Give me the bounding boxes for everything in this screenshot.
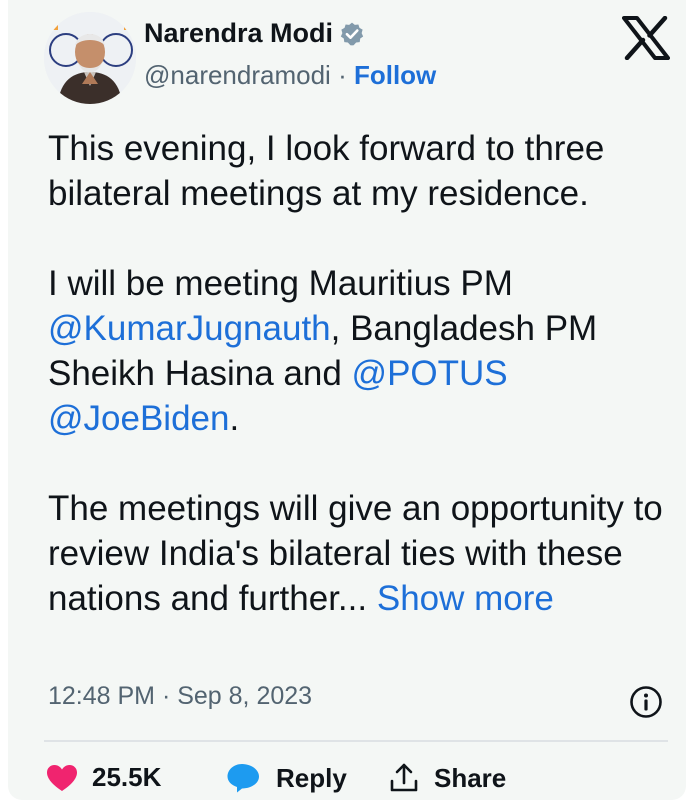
avatar-image [44, 12, 136, 104]
separator-dot: · [338, 60, 347, 90]
x-logo-icon[interactable] [622, 16, 670, 60]
tweet-paragraph-1: This evening, I look forward to three bi… [48, 129, 605, 213]
avatar[interactable] [44, 12, 136, 104]
author-name[interactable]: Narendra Modi [144, 18, 333, 49]
mention-kumarjugnauth[interactable]: @KumarJugnauth [48, 309, 331, 348]
share-icon [390, 763, 418, 792]
share-button[interactable]: Share [388, 762, 506, 794]
heart-icon [47, 764, 77, 791]
reply-label: Reply [276, 762, 347, 793]
reply-button[interactable]: Reply [226, 762, 347, 794]
tweet-timestamp[interactable]: 12:48 PM · Sep 8, 2023 [48, 682, 312, 711]
handle-row: @narendramodi · Follow [144, 60, 436, 91]
share-label: Share [434, 762, 507, 793]
verified-badge-icon [340, 22, 364, 45]
reply-bubble-icon [227, 764, 259, 793]
like-count: 25.5K [92, 762, 162, 792]
divider [44, 740, 668, 742]
author-handle[interactable]: @narendramodi [144, 60, 331, 90]
text-segment: . [229, 399, 240, 438]
info-icon[interactable] [629, 685, 663, 719]
tweet-paragraph-3: The meetings will give an opportunity to… [48, 486, 688, 621]
mention-joebiden[interactable]: @JoeBiden [48, 399, 229, 438]
show-more-link[interactable]: Show more [377, 579, 554, 618]
author-name-row: Narendra Modi [144, 18, 365, 49]
tweet-paragraph-2: I will be meeting Mauritius PM @KumarJug… [48, 261, 688, 441]
like-button[interactable]: 25.5K [46, 762, 161, 793]
mention-potus[interactable]: @POTUS [352, 354, 508, 393]
follow-button[interactable]: Follow [354, 60, 436, 90]
text-segment: The meetings will give an opportunity to… [48, 489, 663, 618]
text-segment: I will be meeting Mauritius PM [48, 264, 513, 303]
action-bar: 25.5K Reply Share [8, 752, 688, 802]
tweet-card: Narendra Modi @narendramodi · Follow Thi… [8, 0, 686, 800]
tweet-body: This evening, I look forward to three bi… [48, 126, 688, 621]
